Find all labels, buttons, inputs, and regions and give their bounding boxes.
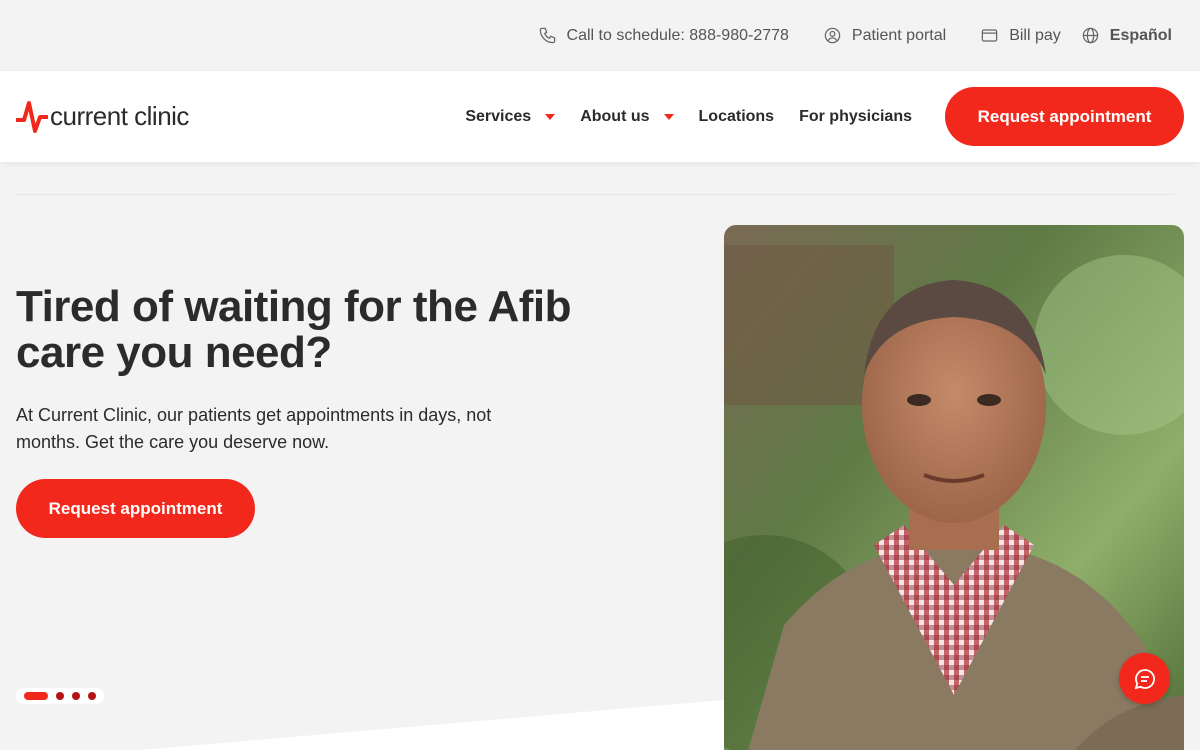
caret-down-icon: [663, 113, 674, 120]
language-switch[interactable]: Español: [1081, 26, 1172, 45]
nav-item-label: Services: [465, 107, 532, 125]
phone-icon: [539, 27, 555, 44]
logo[interactable]: current clinic: [16, 100, 189, 134]
carousel-dot-3[interactable]: [72, 692, 80, 700]
utility-bar: Call to schedule: 888-980-2778 Patient p…: [0, 0, 1200, 71]
pulse-logo-icon: [16, 100, 48, 133]
nav-item-services[interactable]: Services: [465, 107, 556, 126]
globe-icon: [1082, 27, 1099, 44]
carousel-dot-4[interactable]: [88, 692, 96, 700]
patient-portal-label: Patient portal: [851, 26, 947, 44]
call-to-schedule-label: Call to schedule: 888-980-2778: [566, 26, 789, 44]
call-to-schedule-link[interactable]: Call to schedule: 888-980-2778: [538, 26, 789, 45]
user-circle-icon: [824, 27, 841, 44]
nav-item-label: About us: [580, 107, 650, 125]
divider: [16, 194, 1174, 195]
main-navbar: current clinic Services About us Locatio…: [0, 71, 1200, 162]
carousel-dot-1[interactable]: [24, 692, 48, 700]
credit-card-icon: [981, 29, 998, 42]
nav-links: Services About us Locations For physicia…: [440, 87, 1184, 146]
language-label: Español: [1109, 26, 1172, 44]
caret-down-icon: [545, 113, 556, 120]
chat-bubble-icon: [1134, 668, 1155, 689]
hero-subtitle: At Current Clinic, our patients get appo…: [16, 405, 492, 452]
nav-item-locations[interactable]: Locations: [699, 108, 775, 126]
hero-photo: [724, 225, 1184, 750]
nav-item-label: Locations: [698, 107, 775, 125]
carousel-indicators: [16, 688, 104, 704]
bill-pay-link[interactable]: Bill pay: [980, 26, 1061, 45]
chat-button[interactable]: [1119, 653, 1170, 704]
patient-portrait-image: [724, 225, 1184, 750]
nav-item-label: For physicians: [799, 107, 912, 125]
hero-section: Tired of waiting for the Afib care you n…: [0, 162, 1200, 750]
nav-item-about-us[interactable]: About us: [580, 107, 674, 126]
nav-item-for-physicians[interactable]: For physicians: [799, 108, 912, 126]
logo-text: current clinic: [50, 101, 189, 131]
patient-portal-link[interactable]: Patient portal: [823, 26, 946, 45]
hero-title: Tired of waiting for the Afib care you n…: [16, 282, 572, 377]
bill-pay-label: Bill pay: [1009, 26, 1061, 44]
request-appointment-button[interactable]: Request appointment: [945, 87, 1184, 146]
carousel-dot-2[interactable]: [56, 692, 64, 700]
hero-request-appointment-button[interactable]: Request appointment: [16, 479, 255, 538]
